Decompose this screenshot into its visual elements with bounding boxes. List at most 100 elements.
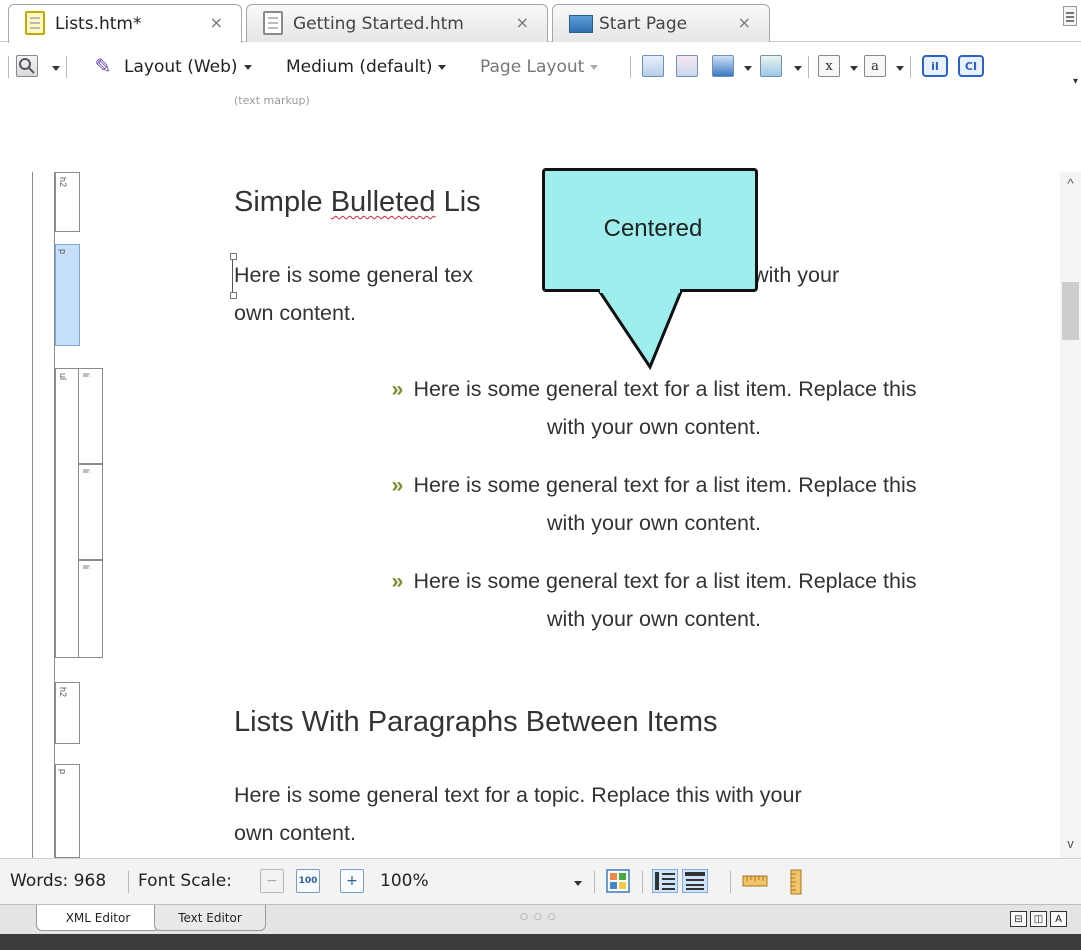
start-page-icon <box>569 15 593 33</box>
tab-start-page[interactable]: Start Page × <box>552 4 770 42</box>
chevron-down-icon[interactable] <box>574 881 582 886</box>
document-tab-strip: Lists.htm* × Getting Started.htm × Start… <box>0 0 1081 43</box>
structure-tag-p[interactable]: p <box>55 764 80 858</box>
window-bottom-edge <box>0 934 1081 950</box>
bullet-icon: » <box>391 377 404 401</box>
toolbar-separator <box>808 56 809 78</box>
structure-tag-h2[interactable]: h2 <box>55 682 80 744</box>
chevron-down-icon <box>243 64 252 70</box>
variable-a-icon[interactable]: a <box>864 55 886 77</box>
status-separator <box>594 871 595 893</box>
status-separator <box>642 871 643 893</box>
splitter-grip-icon[interactable]: ○○○ <box>520 912 562 922</box>
paragraph: Here is some general text for a topic. R… <box>234 783 802 845</box>
text-markup-label: (text markup) <box>234 94 310 107</box>
tab-label: Lists.htm* <box>55 14 142 34</box>
page-layout-label: Page Layout <box>480 57 585 77</box>
toolbar-separator <box>66 56 67 78</box>
callout-label: Centered <box>603 215 703 242</box>
close-icon[interactable]: × <box>516 13 529 32</box>
structure-tag-li[interactable]: li <box>78 464 103 560</box>
tab-lists[interactable]: Lists.htm* × <box>8 4 242 43</box>
split-horizontal-icon[interactable]: ⊟ <box>1010 911 1027 927</box>
variable-x-icon[interactable]: x <box>818 55 840 77</box>
zoom-value[interactable]: 100% <box>380 871 429 891</box>
medium-dropdown[interactable]: Medium (default) <box>286 54 447 80</box>
heading-simple-bulleted-lists: Simple Bulleted Lis <box>234 186 481 218</box>
vertical-scrollbar[interactable]: ^ v <box>1060 172 1081 858</box>
vertical-ruler-icon[interactable] <box>784 869 808 895</box>
close-icon[interactable]: × <box>210 13 223 32</box>
structure-tag-h2[interactable]: h2 <box>55 172 80 232</box>
paragraph-text: own content. <box>234 301 356 325</box>
chevron-down-icon[interactable] <box>744 66 752 71</box>
font-scale-reset-button[interactable]: 100 <box>296 869 320 893</box>
structure-bar: h2 p ul li li li h2 p <box>0 172 214 858</box>
medium-label: Medium (default) <box>286 57 433 77</box>
scroll-up-icon[interactable]: ^ <box>1060 176 1081 196</box>
translate-icon[interactable] <box>676 55 698 77</box>
chevron-down-icon <box>438 64 447 70</box>
document-icon <box>263 11 283 35</box>
insert-i-icon[interactable]: iI <box>922 55 948 77</box>
tab-xml-editor[interactable]: XML Editor <box>36 905 160 931</box>
word-count: Words: 968 <box>10 871 107 891</box>
show-span-bar-icon[interactable] <box>681 868 709 894</box>
status-separator <box>128 871 129 893</box>
editor-mode-tabs: XML Editor Text Editor ○○○ ⊟ ◫ A <box>0 904 1081 934</box>
layout-label: Layout (Web) <box>124 57 238 77</box>
layout-dropdown[interactable]: Layout (Web) <box>124 54 252 80</box>
magnifier-icon[interactable] <box>16 55 38 77</box>
toolbar-separator <box>910 56 911 78</box>
feather-icon[interactable]: ✎ <box>92 55 114 77</box>
page-layout-dropdown[interactable]: Page Layout <box>480 54 599 80</box>
toolbar-separator <box>630 56 631 78</box>
tab-text-editor[interactable]: Text Editor <box>154 905 266 931</box>
status-separator <box>730 871 731 893</box>
chevron-down-icon[interactable] <box>850 66 858 71</box>
structure-line <box>32 172 33 858</box>
grid-view-icon[interactable] <box>606 869 630 893</box>
preview-icon[interactable] <box>642 55 664 77</box>
structure-tag-li[interactable]: li <box>78 368 103 464</box>
tab-list-menu-icon[interactable] <box>1063 6 1077 26</box>
horizontal-ruler-icon[interactable] <box>742 869 768 893</box>
bullet-icon: » <box>391 569 404 593</box>
tab-getting-started[interactable]: Getting Started.htm × <box>246 4 548 42</box>
editor-toolbar: ✎ Layout (Web) Medium (default) Page Lay… <box>0 42 1081 94</box>
single-view-icon[interactable]: A <box>1050 911 1067 927</box>
structure-tag-li[interactable]: li <box>78 560 103 658</box>
font-scale-minus-button[interactable]: − <box>260 869 284 893</box>
chevron-down-icon <box>590 64 599 70</box>
list-item: » Here is some general text for a list it… <box>391 569 917 631</box>
structure-tag-ul[interactable]: ul <box>55 368 80 658</box>
structure-tag-p[interactable]: p <box>55 244 80 346</box>
chevron-down-icon[interactable] <box>794 66 802 71</box>
close-icon[interactable]: × <box>738 13 751 32</box>
status-bar: Words: 968 Font Scale: − 100 + 100% <box>0 858 1081 904</box>
font-scale-plus-button[interactable]: + <box>340 869 364 893</box>
chevron-down-icon[interactable] <box>52 66 60 71</box>
font-scale-label: Font Scale: <box>138 871 232 891</box>
spelling-error: Bulleted <box>330 186 436 218</box>
scroll-down-icon[interactable]: v <box>1060 836 1081 856</box>
show-structure-bar-icon[interactable] <box>651 868 679 894</box>
list-item: » Here is some general text for a list it… <box>391 377 917 439</box>
tab-label: Start Page <box>599 13 688 34</box>
bullet-icon: » <box>391 473 404 497</box>
document-icon <box>25 11 45 35</box>
heading-lists-with-paragraphs: Lists With Paragraphs Between Items <box>234 706 718 738</box>
tab-label: Getting Started.htm <box>293 13 464 34</box>
split-vertical-icon[interactable]: ◫ <box>1030 911 1047 927</box>
insert-ci-icon[interactable]: CI <box>958 55 984 77</box>
conditions-icon[interactable] <box>760 55 782 77</box>
paragraph-text: Here is some general tex <box>234 263 473 287</box>
toolbar-overflow-icon[interactable]: ▾ <box>1073 76 1078 87</box>
callout-pointer <box>596 289 684 371</box>
callout-annotation: Centered <box>542 168 758 292</box>
scrollbar-thumb[interactable] <box>1062 282 1079 340</box>
chevron-down-icon[interactable] <box>896 66 904 71</box>
xml-editor-area: h2 p ul li li li h2 p Simple Bulleted Li… <box>0 172 1081 858</box>
list-item: » Here is some general text for a list it… <box>391 473 917 535</box>
image-icon[interactable] <box>712 55 734 77</box>
